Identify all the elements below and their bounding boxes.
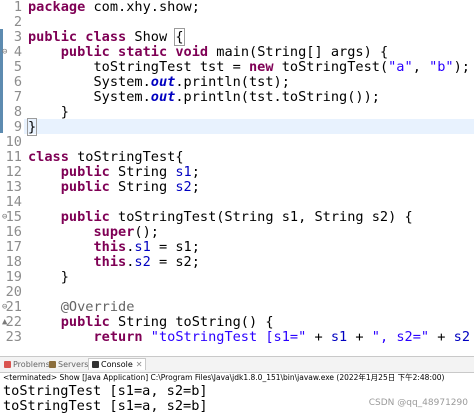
code-line[interactable]: 22 ▲ public String toString() { (0, 315, 474, 330)
code-line[interactable]: 17 this.s1 = s1; (0, 240, 474, 255)
line-number: 3 (13, 29, 22, 45)
code-line[interactable]: 1 package com.xhy.show; (0, 0, 474, 15)
line-number: 5 (13, 59, 22, 75)
line-number: 14 (5, 194, 22, 210)
code-line[interactable]: 14 (0, 195, 474, 210)
code-line[interactable]: 16 super(); (0, 225, 474, 240)
line-number: 19 (5, 269, 22, 285)
code-line[interactable]: 2 (0, 15, 474, 30)
tab-problems[interactable]: Problems (4, 359, 50, 370)
line-number: 18 (5, 254, 22, 270)
code-text: package com.xhy.show; (28, 0, 200, 15)
code-text: @Override (60, 299, 135, 315)
line-number: 13 (5, 179, 22, 195)
code-text: public String toString() { (60, 314, 274, 330)
code-text: public static void main(String[] args) { (60, 44, 389, 60)
code-line[interactable]: 11 class toStringTest{ (0, 150, 474, 165)
code-text: public String s2; (60, 179, 200, 195)
close-icon[interactable]: ✕ (136, 360, 143, 369)
console-icon (92, 361, 99, 368)
code-line[interactable]: 13 public String s2; (0, 180, 474, 195)
code-text: public class Show { (28, 28, 185, 46)
code-text: this.s2 = s2; (93, 254, 200, 270)
override-marker-icon: ▲ (2, 317, 8, 327)
line-number: 1 (13, 0, 22, 15)
code-line[interactable]: 18 this.s2 = s2; (0, 255, 474, 270)
code-text: } (28, 269, 69, 285)
tab-servers[interactable]: Servers (49, 359, 88, 370)
code-line[interactable]: 4 ⊖ public static void main(String[] args… (0, 45, 474, 60)
fold-toggle-icon[interactable]: ⊖ (2, 45, 7, 60)
problems-icon (4, 361, 11, 368)
code-line[interactable]: 8 } (0, 105, 474, 120)
line-number: 9 (13, 119, 22, 135)
code-line[interactable]: 12 public String s1; (0, 165, 474, 180)
code-text: public toStringTest(String s1, String s2… (60, 209, 413, 225)
console-output-line: toStringTest [s1=a, s2=b] (3, 383, 208, 399)
console-output-line: toStringTest [s1=a, s2=b] (3, 398, 208, 414)
code-line[interactable]: 6 System.out.println(tst); (0, 75, 474, 90)
code-editor[interactable]: 1 package com.xhy.show; 2 3 public class Sho… (0, 0, 474, 356)
code-line[interactable]: 9} (0, 118, 474, 136)
code-line[interactable]: 19 } (0, 270, 474, 285)
line-number: 20 (5, 284, 22, 300)
code-text: public String s1; (60, 164, 200, 180)
fold-toggle-icon[interactable]: ⊖ (2, 210, 7, 225)
line-number: 2 (13, 14, 22, 30)
code-line[interactable]: 23 return "toStringTest [s1=" + s1 + ", … (0, 330, 474, 345)
bottom-panel-tabs: Problems Servers Console ✕ (0, 356, 474, 373)
code-text: } (28, 104, 69, 120)
watermark: CSDN @qq_48971290 (368, 398, 468, 408)
fold-toggle-icon[interactable]: ⊖ (2, 300, 7, 315)
code-line[interactable]: 5 toStringTest tst = new toStringTest("a… (0, 60, 474, 75)
line-number: 11 (5, 149, 22, 165)
line-number: 6 (13, 74, 22, 90)
code-text: System.out.println(tst.toString()); (28, 89, 380, 105)
line-number: 8 (13, 104, 22, 120)
line-number: 12 (5, 164, 22, 180)
servers-icon (49, 361, 56, 368)
line-number: 17 (5, 239, 22, 255)
console-status-line: <terminated> Show [Java Application] C:\… (3, 373, 445, 382)
code-line[interactable]: 3 public class Show { (0, 28, 474, 46)
code-text: super(); (93, 224, 159, 240)
code-text: this.s1 = s1; (93, 239, 200, 255)
line-number: 16 (5, 224, 22, 240)
line-number: 10 (5, 134, 22, 150)
code-text: } (26, 118, 38, 136)
code-text: return "toStringTest [s1=" + s1 + ", s2=… (93, 329, 471, 345)
code-line[interactable]: 20 (0, 285, 474, 300)
code-line[interactable]: 15 ⊖ public toStringTest(String s1, Strin… (0, 210, 474, 225)
code-line[interactable]: 10 (0, 135, 474, 150)
code-line[interactable]: 21 ⊖ @Override (0, 300, 474, 315)
code-text: toStringTest tst = new toStringTest("a",… (28, 59, 470, 75)
code-line[interactable]: 7 System.out.println(tst.toString()); (0, 90, 474, 105)
code-text: class toStringTest{ (28, 149, 184, 165)
tab-console[interactable]: Console ✕ (88, 358, 147, 370)
code-text: System.out.println(tst); (28, 74, 290, 90)
line-number: 7 (13, 89, 22, 105)
line-number: 23 (5, 329, 22, 345)
